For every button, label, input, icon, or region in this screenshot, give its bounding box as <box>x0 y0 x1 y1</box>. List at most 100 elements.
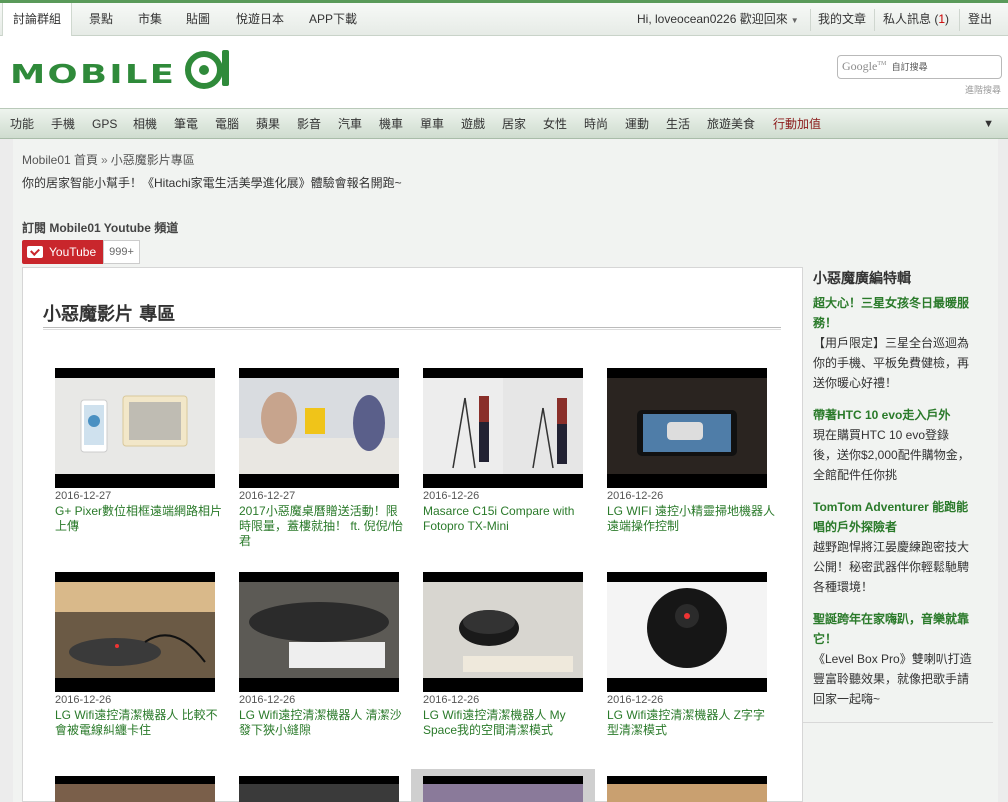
nav-item[interactable]: 汽車 <box>338 109 362 140</box>
video-thumbnail-image <box>607 582 767 678</box>
search-placeholder: 自訂搜尋 <box>891 62 928 72</box>
video-title-link[interactable]: LG Wifi遠控清潔機器人 比較不會被電線糾纏卡住 <box>55 708 223 738</box>
breadcrumb-separator: » <box>101 153 108 167</box>
nav-item[interactable]: 運動 <box>625 109 649 140</box>
video-thumbnail[interactable] <box>423 776 583 802</box>
chevron-down-icon: ▼ <box>790 16 799 25</box>
tab-attractions[interactable]: 景點 <box>89 3 113 36</box>
nav-expand-icon[interactable]: ▼ <box>983 109 994 139</box>
nav-item[interactable]: GPS <box>92 109 117 140</box>
tab-market[interactable]: 市集 <box>138 3 162 36</box>
user-menu[interactable]: Hi, loveocean0226 歡迎回來 ▼ <box>637 3 799 36</box>
category-nav: 功能 手機 GPS 相機 筆電 電腦 蘋果 影音 汽車 機車 單車 遊戲 居家 … <box>0 108 1008 139</box>
nav-item[interactable]: 女性 <box>543 109 567 140</box>
video-thumbnail[interactable] <box>55 368 215 488</box>
nav-item[interactable]: 時尚 <box>584 109 608 140</box>
advanced-search-link[interactable]: 進階搜尋 <box>965 83 1001 96</box>
nav-item-value-added[interactable]: 行動加值 <box>773 109 821 140</box>
nav-item[interactable]: 居家 <box>502 109 526 140</box>
youtube-icon <box>27 246 43 258</box>
video-date: 2016-12-27 <box>239 490 296 502</box>
search-input[interactable]: GoogleTM 自訂搜尋 <box>837 55 1002 79</box>
video-thumbnail[interactable] <box>55 572 215 692</box>
nav-item[interactable]: 影音 <box>297 109 321 140</box>
nav-item[interactable]: 遊戲 <box>461 109 485 140</box>
video-title-link[interactable]: LG Wifi遠控清潔機器人 清潔沙發下狹小縫隙 <box>239 708 407 738</box>
video-title-link[interactable]: LG Wifi遠控清潔機器人 Z字字型清潔模式 <box>607 708 775 738</box>
video-thumbnail-image <box>239 378 399 474</box>
video-title-link[interactable]: G+ Pixer數位相框遠端網路相片上傳 <box>55 504 223 534</box>
nav-item[interactable]: 電腦 <box>215 109 239 140</box>
sidebar-feature-heading[interactable]: 聖誕跨年在家嗨趴，音樂就靠它！ <box>813 612 969 646</box>
sidebar-feature-heading[interactable]: 帶著HTC 10 evo走入戶外 <box>813 408 950 422</box>
video-date: 2016-12-26 <box>423 694 480 706</box>
divider <box>810 9 811 31</box>
sidebar-feature-desc: 越野跑悍將江晏慶練跑密技大公開！秘密武器伴你輕鬆馳騁各種環境！ <box>813 540 970 594</box>
video-thumbnail-image <box>239 582 399 678</box>
nav-item[interactable]: 相機 <box>133 109 157 140</box>
video-title-link[interactable]: 2017小惡魔桌曆贈送活動！限時限量，蓋樓就抽！ ft. 倪倪/怡君 <box>239 504 407 549</box>
video-thumbnail[interactable] <box>239 776 399 802</box>
video-thumbnail[interactable] <box>239 572 399 692</box>
sidebar-feature: 聖誕跨年在家嗨趴，音樂就靠它！ 《Level Box Pro》雙喇叭打造豐富聆聽… <box>813 609 973 709</box>
svg-text:MOBILE: MOBILE <box>10 60 176 90</box>
breadcrumb-home[interactable]: Mobile01 首頁 <box>22 153 98 167</box>
youtube-subscribe-button[interactable]: YouTube <box>22 240 104 264</box>
nav-item[interactable]: 手機 <box>51 109 75 140</box>
site-header: MOBILE GoogleTM 自訂搜尋 進階搜尋 <box>0 36 1008 108</box>
nav-item[interactable]: 筆電 <box>174 109 198 140</box>
sidebar-feature-desc: 【用戶限定】三星全台巡迴為你的手機、平板免費健檢，再送你暖心好禮！ <box>813 336 970 390</box>
divider <box>874 9 875 31</box>
my-posts-link[interactable]: 我的文章 <box>818 3 866 36</box>
top-bar: 討論群組 景點 市集 貼圖 悅遊日本 APP下載 Hi, loveocean02… <box>0 0 1008 37</box>
video-thumbnail[interactable] <box>607 572 767 692</box>
tab-forum[interactable]: 討論群組 <box>2 3 73 37</box>
video-thumbnail[interactable] <box>423 368 583 488</box>
video-thumbnail[interactable] <box>607 776 767 802</box>
sidebar-feature: 超大心！三星女孩冬日最暖服務！ 【用戶限定】三星全台巡迴為你的手機、平板免費健檢… <box>813 293 973 393</box>
subscriber-count: 999+ <box>103 240 140 264</box>
video-thumbnail-image <box>423 784 583 802</box>
private-messages-link[interactable]: 私人訊息 (1) <box>883 3 949 36</box>
sidebar-feature-desc: 《Level Box Pro》雙喇叭打造豐富聆聽效果，就像把歌手請回家一起嗨~ <box>813 652 972 706</box>
video-title-link[interactable]: LG WIFI 遠控小精靈掃地機器人遠端操作控制 <box>607 504 775 534</box>
video-date: 2016-12-26 <box>423 490 480 502</box>
nav-item[interactable]: 蘋果 <box>256 109 280 140</box>
video-thumbnail-image <box>239 784 399 802</box>
breadcrumb: Mobile01 首頁» 小惡魔影片專區 <box>22 151 195 168</box>
greeting-text: Hi, loveocean0226 歡迎回來 <box>637 12 788 26</box>
video-date: 2016-12-26 <box>607 694 664 706</box>
video-thumbnail[interactable] <box>239 368 399 488</box>
nav-item[interactable]: 機車 <box>379 109 403 140</box>
pm-label: 私人訊息 ( <box>883 12 939 26</box>
video-title-link[interactable]: Masarce C15i Compare with Fotopro TX-Min… <box>423 504 591 534</box>
video-thumbnail[interactable] <box>607 368 767 488</box>
nav-item[interactable]: 單車 <box>420 109 444 140</box>
sidebar-feature-heading[interactable]: 超大心！三星女孩冬日最暖服務！ <box>813 296 969 330</box>
divider <box>959 9 960 31</box>
sidebar-title: 小惡魔廣編特輯 <box>813 270 911 286</box>
video-thumbnail[interactable] <box>55 776 215 802</box>
breadcrumb-current[interactable]: 小惡魔影片專區 <box>111 153 195 167</box>
video-thumbnail-image <box>607 784 767 802</box>
title-divider <box>43 327 781 330</box>
nav-item[interactable]: 旅遊美食 <box>707 109 755 140</box>
youtube-subscribe: YouTube 999+ <box>22 240 140 264</box>
tab-stickers[interactable]: 貼圖 <box>186 3 210 36</box>
nav-item[interactable]: 功能 <box>10 109 34 140</box>
sidebar-feature-heading[interactable]: TomTom Adventurer 能跑能唱的戶外探險者 <box>813 500 968 534</box>
logout-link[interactable]: 登出 <box>968 3 992 36</box>
video-thumbnail-image <box>55 582 215 678</box>
nav-item[interactable]: 生活 <box>666 109 690 140</box>
video-thumbnail-image <box>55 378 215 474</box>
video-thumbnail[interactable] <box>423 572 583 692</box>
video-title-link[interactable]: LG Wifi遠控清潔機器人 My Space我的空間清潔模式 <box>423 708 591 738</box>
subscribe-label: 訂閱 Mobile01 Youtube 頻道 <box>22 221 179 235</box>
tab-app-download[interactable]: APP下載 <box>309 3 357 36</box>
video-thumbnail-image <box>607 378 767 474</box>
video-thumbnail-image <box>55 784 215 802</box>
sidebar-feature: TomTom Adventurer 能跑能唱的戶外探險者 越野跑悍將江晏慶練跑密… <box>813 497 973 597</box>
announcement-link[interactable]: 你的居家智能小幫手！《Hitachi家電生活美學進化展》體驗會報名開跑~ <box>22 174 402 191</box>
video-date: 2016-12-26 <box>55 694 112 706</box>
tab-japan-travel[interactable]: 悅遊日本 <box>236 3 284 36</box>
